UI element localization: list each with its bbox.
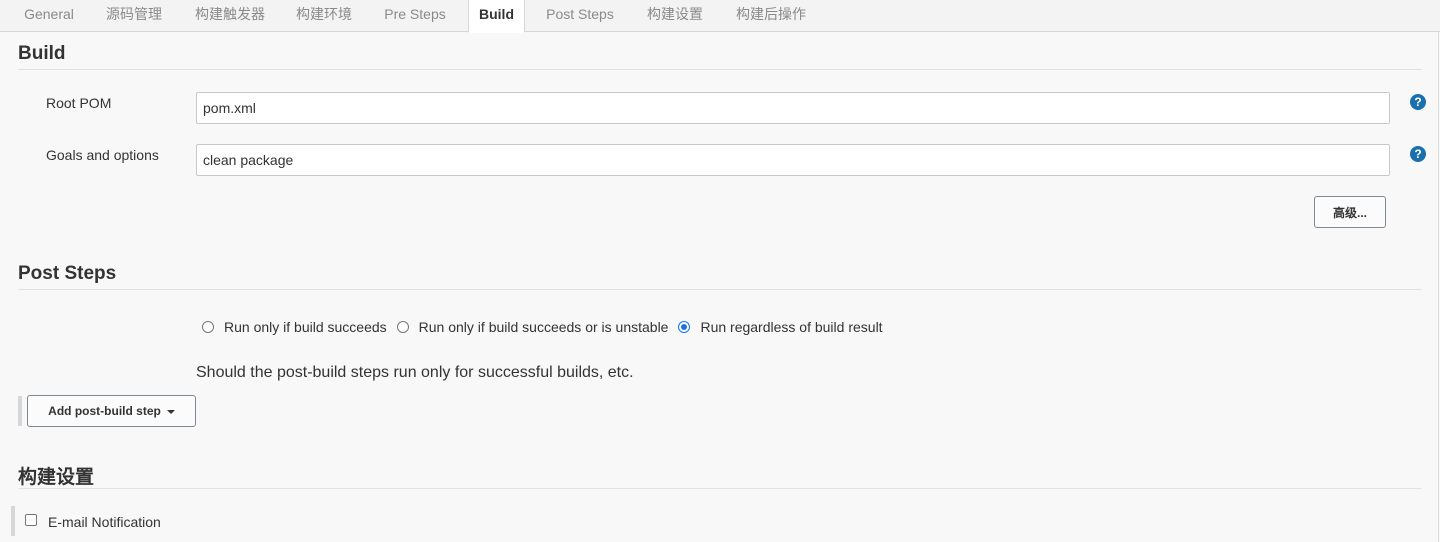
radio-option-regardless[interactable]: Run regardless of build result <box>676 319 883 335</box>
tab-source-control[interactable]: 源码管理 <box>98 0 170 32</box>
dropdown-caret-icon <box>166 409 175 414</box>
tab-pre-steps[interactable]: Pre Steps <box>374 0 456 32</box>
tab-general[interactable]: General <box>14 0 84 32</box>
add-post-build-step-button[interactable]: Add post-build step <box>27 395 196 427</box>
goals-input[interactable] <box>196 144 1390 176</box>
radio-option-succeeds-or-unstable[interactable]: Run only if build succeeds or is unstabl… <box>395 319 669 335</box>
email-notification-label: E-mail Notification <box>48 514 161 530</box>
radio-label: Run only if build succeeds or is unstabl… <box>418 319 669 335</box>
post-steps-description: Should the post-build steps run only for… <box>196 364 634 381</box>
radio-label: Run regardless of build result <box>700 319 883 335</box>
step-group-bar <box>18 396 22 426</box>
section-divider <box>18 289 1422 290</box>
email-notification-checkbox[interactable] <box>25 514 37 526</box>
tab-post-steps[interactable]: Post Steps <box>536 0 624 32</box>
section-divider <box>18 69 1422 70</box>
tab-build[interactable]: Build <box>468 0 525 33</box>
help-icon[interactable]: ? <box>1410 146 1426 162</box>
step-group-bar <box>11 506 15 536</box>
advanced-button[interactable]: 高级... <box>1314 196 1386 228</box>
tab-post-build-actions[interactable]: 构建后操作 <box>726 0 816 32</box>
tab-build-triggers[interactable]: 构建触发器 <box>186 0 274 32</box>
radio-button-selected[interactable] <box>678 321 691 333</box>
tab-build-settings[interactable]: 构建设置 <box>638 0 712 32</box>
content-right-border <box>1438 32 1439 542</box>
section-title-build: Build <box>18 43 66 64</box>
root-pom-input[interactable] <box>196 92 1390 124</box>
help-icon[interactable]: ? <box>1410 94 1426 110</box>
radio-button[interactable] <box>396 321 409 333</box>
tab-build-environment[interactable]: 构建环境 <box>288 0 360 32</box>
radio-label: Run only if build succeeds <box>224 319 387 335</box>
radio-button[interactable] <box>202 321 214 333</box>
goals-label: Goals and options <box>46 147 159 163</box>
post-steps-run-condition: Run only if build succeeds Run only if b… <box>200 318 891 336</box>
root-pom-label: Root POM <box>46 95 112 111</box>
button-label: Add post-build step <box>48 404 161 418</box>
tab-bar: General 源码管理 构建触发器 构建环境 Pre Steps Build … <box>0 0 1440 33</box>
radio-option-build-succeeds[interactable]: Run only if build succeeds <box>200 319 387 335</box>
section-title-post-steps: Post Steps <box>18 263 117 284</box>
section-title-build-settings: 构建设置 <box>18 467 95 488</box>
section-divider <box>18 488 1422 489</box>
